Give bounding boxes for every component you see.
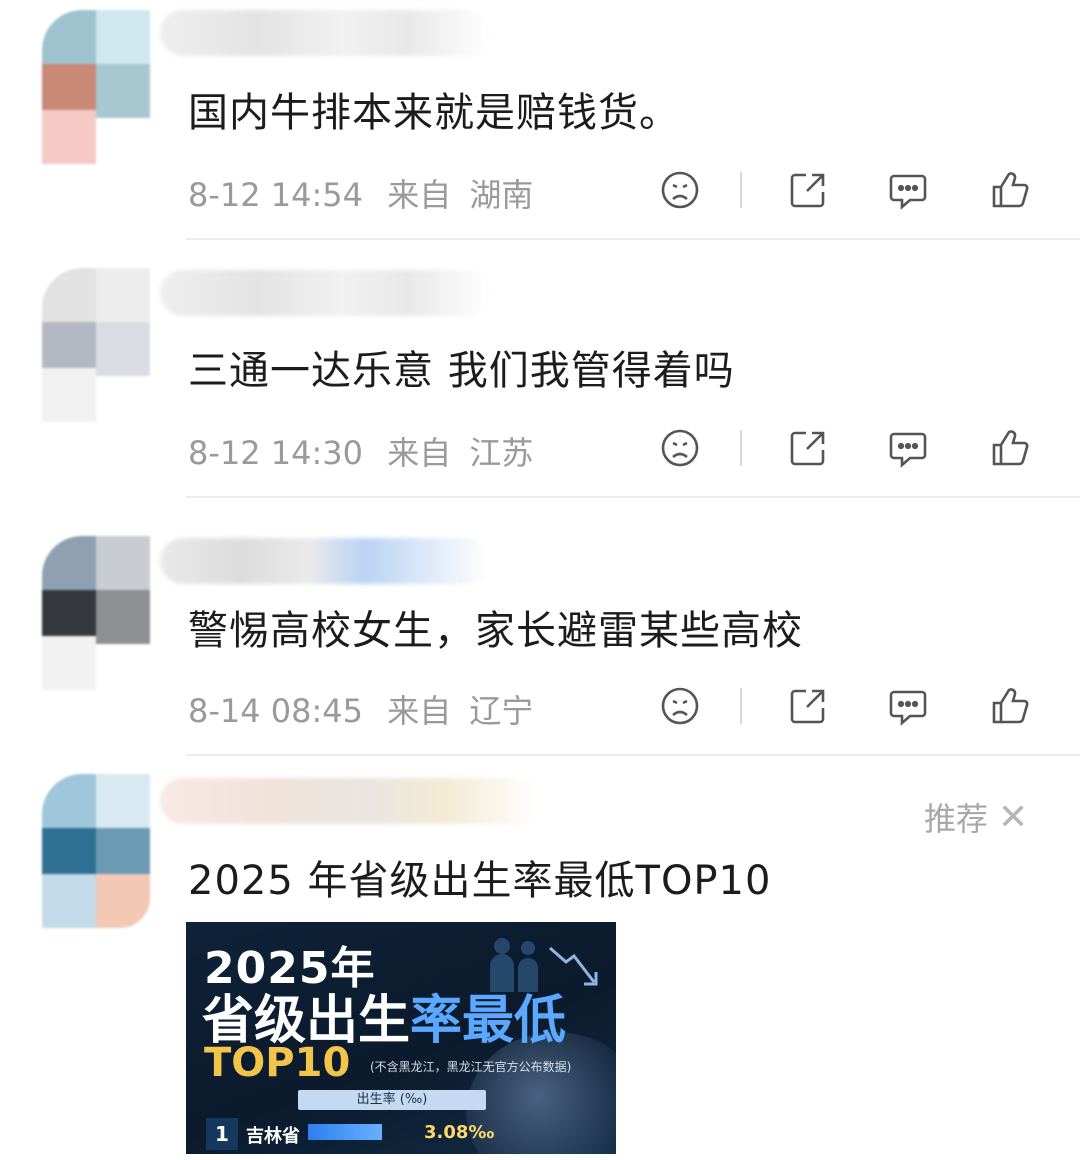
rank-number: 1 [206, 1118, 238, 1150]
from-label: 来自 [387, 176, 452, 214]
comment-text: 警惕高校女生，家长避雷某些高校 [188, 608, 803, 654]
like-button[interactable] [980, 418, 1040, 478]
share-button[interactable] [778, 160, 838, 220]
image-title-blue: 率最低 [410, 991, 567, 1051]
post-text: 2025 年省级出生率最低TOP10 [188, 858, 772, 904]
comment-time: 8-12 14:54 [188, 176, 364, 214]
comment-button[interactable] [878, 160, 938, 220]
dislike-button[interactable] [650, 418, 710, 478]
divider [186, 496, 1080, 498]
rate-value: 3.08‰ [424, 1122, 495, 1143]
avatar[interactable] [22, 774, 162, 928]
post-image[interactable]: 2025年 省级出生率最低 TOP10 (不含黑龙江，黑龙江无官方公布数据) 出… [186, 922, 616, 1154]
like-button[interactable] [980, 160, 1040, 220]
comment-button[interactable] [878, 418, 938, 478]
username-blurred[interactable] [160, 10, 490, 56]
like-button[interactable] [980, 676, 1040, 736]
comment-text: 国内牛排本来就是赔钱货。 [188, 90, 680, 136]
share-icon [790, 173, 825, 208]
avatar[interactable] [22, 268, 162, 422]
share-icon [790, 431, 825, 466]
recommend-label: 推荐 [924, 800, 989, 838]
comment-item: 三通一达乐意 我们我管得着吗 8-12 14:30 来自 江苏 [0, 258, 1080, 498]
image-note: (不含黑龙江，黑龙江无官方公布数据) [370, 1060, 572, 1074]
dislike-icon [661, 687, 699, 725]
image-column-header: 出生率 (‰) [298, 1090, 486, 1110]
share-button[interactable] [778, 418, 838, 478]
comment-item: 国内牛排本来就是赔钱货。 8-12 14:54 来自 湖南 [0, 0, 1080, 240]
comment-location: 江苏 [469, 434, 534, 472]
dislike-icon [661, 171, 699, 209]
divider [186, 238, 1080, 240]
dislike-icon [661, 429, 699, 467]
like-icon [992, 172, 1029, 208]
like-icon [992, 688, 1029, 724]
action-separator [740, 172, 742, 208]
image-rank-row: 1 吉林省 3.08‰ [198, 1114, 608, 1150]
rate-bar [308, 1124, 382, 1140]
from-label: 来自 [387, 434, 452, 472]
divider [186, 754, 1080, 756]
from-label: 来自 [387, 692, 452, 730]
recommend-tag: 推荐 ✕ [924, 794, 1028, 840]
dislike-button[interactable] [650, 160, 710, 220]
comment-item: 警惕高校女生，家长避雷某些高校 8-14 08:45 来自 辽宁 [0, 516, 1080, 756]
avatar[interactable] [22, 10, 162, 164]
action-separator [740, 688, 742, 724]
username-blurred[interactable] [160, 778, 540, 824]
province-name: 吉林省 [246, 1126, 300, 1147]
comment-button[interactable] [878, 676, 938, 736]
comment-meta: 8-12 14:30 来自 江苏 [188, 428, 533, 474]
comment-actions [650, 160, 1050, 220]
comment-icon [889, 174, 927, 210]
comment-meta: 8-14 08:45 来自 辽宁 [188, 686, 533, 732]
comment-actions [650, 418, 1050, 478]
comment-actions [650, 676, 1050, 736]
comment-icon [889, 432, 927, 468]
comment-text: 三通一达乐意 我们我管得着吗 [188, 348, 735, 394]
comment-time: 8-14 08:45 [188, 692, 364, 730]
username-blurred[interactable] [160, 270, 490, 316]
comment-time: 8-12 14:30 [188, 434, 364, 472]
share-button[interactable] [778, 676, 838, 736]
action-separator [740, 430, 742, 466]
comment-icon [889, 690, 927, 726]
like-icon [992, 430, 1029, 466]
comment-meta: 8-12 14:54 来自 湖南 [188, 170, 533, 216]
comment-location: 湖南 [469, 176, 534, 214]
image-top10: TOP10 [204, 1040, 351, 1086]
dislike-button[interactable] [650, 676, 710, 736]
share-icon [790, 689, 825, 724]
avatar[interactable] [22, 536, 162, 690]
username-blurred[interactable] [160, 538, 490, 584]
close-icon[interactable]: ✕ [998, 797, 1028, 838]
comment-location: 辽宁 [469, 692, 534, 730]
